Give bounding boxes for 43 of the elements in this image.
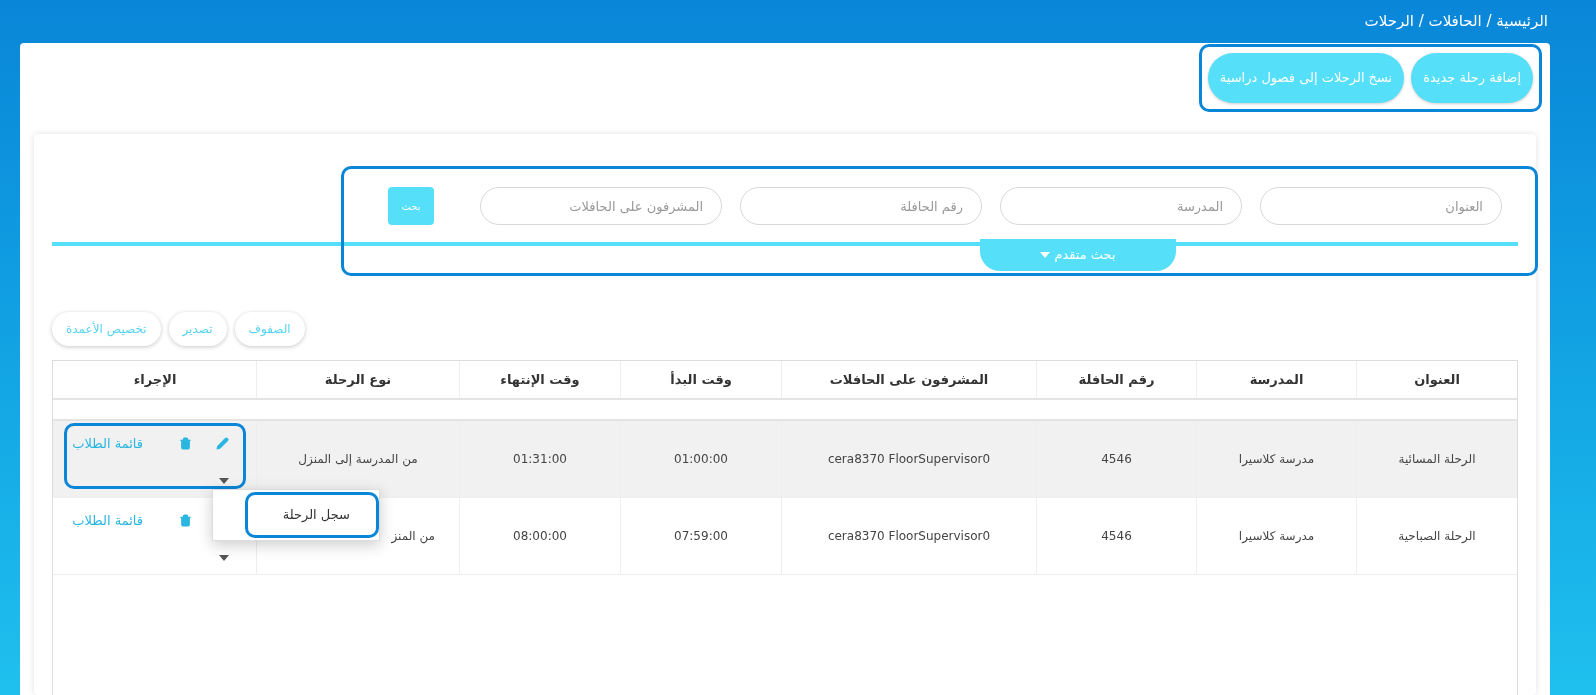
table-cell-text: مدرسة كلاسيرا [1238, 451, 1315, 468]
table-cell-text: 08:00:00 [513, 528, 567, 545]
column-header: وقت البدأ [620, 361, 781, 398]
table-cell-text: 01:00:00 [674, 451, 728, 468]
table-cell-text: الرحلة المسائية [1398, 451, 1476, 468]
column-header: الإجراء [132, 370, 178, 389]
breadcrumb: الرئيسية / الحافلات / الرحلات [1364, 11, 1548, 33]
action-button[interactable]: إضافة رحلة جديدة [1411, 53, 1533, 103]
caret-icon [219, 478, 229, 484]
student-list-link[interactable]: قائمة الطلاب [72, 511, 143, 531]
trash-icon[interactable] [179, 437, 192, 451]
table-cell-text: من المدرسة إلى المنزل [298, 451, 418, 468]
column-header: المدرسة [1196, 361, 1356, 398]
table-cell-text: 4546 [1101, 451, 1132, 468]
column-header: وقت الإنتهاء [459, 361, 620, 398]
student-list-link[interactable]: قائمة الطلاب [72, 434, 143, 454]
menu-item[interactable]: سجل الرحلة [245, 492, 379, 538]
table-cell-text: مدرسة كلاسيرا [1238, 528, 1315, 545]
caret-icon [219, 555, 229, 561]
edit-icon[interactable] [216, 437, 229, 451]
table-cell-text: cera8370 FloorSupervisor0 [827, 451, 991, 468]
search-field[interactable]: رقم الحافلة [740, 187, 982, 225]
table-cell-text: الرحلة الصباحية [1398, 528, 1476, 545]
table-cell-text: 4546 [1101, 528, 1132, 545]
column-header: رقم الحافلة [1036, 361, 1196, 398]
action-button[interactable]: نسخ الرحلات إلى فصول دراسية [1207, 53, 1405, 103]
advanced-search-toggle[interactable]: بحث متقدم [980, 239, 1176, 271]
search-field[interactable]: المدرسة [1000, 187, 1242, 225]
trash-icon[interactable] [179, 514, 192, 528]
column-header: المشرفون على الحافلات [781, 361, 1036, 398]
search-field[interactable]: المشرفون على الحافلات [480, 187, 722, 225]
toolbar-button[interactable]: تصدير [168, 312, 227, 346]
toolbar-button[interactable]: تخصيص الأعمدة [52, 312, 161, 346]
search-field[interactable]: العنوان [1260, 187, 1502, 225]
toolbar-button[interactable]: الصفوف [234, 312, 305, 346]
table-cell-text: cera8370 FloorSupervisor0 [827, 528, 991, 545]
column-header: نوع الرحلة [256, 361, 459, 398]
table-cell-text: 01:31:00 [513, 451, 567, 468]
caret-icon [1040, 252, 1051, 258]
table-cell-text: 07:59:00 [674, 528, 728, 545]
column-header: العنوان [1356, 361, 1517, 398]
search-button[interactable]: بحث [388, 187, 434, 225]
table-cell-text: من المنز [391, 528, 435, 545]
